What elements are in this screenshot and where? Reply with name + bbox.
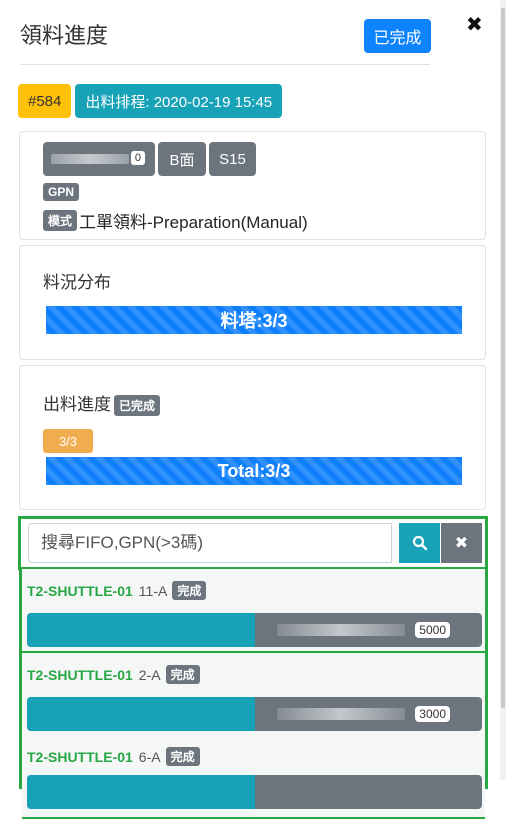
- quantity-badge: 3000: [415, 706, 450, 722]
- progress-fill: [27, 775, 255, 809]
- scrollbar[interactable]: [500, 0, 506, 780]
- item-progress-bar: 5000: [27, 613, 482, 647]
- redacted-text: [51, 154, 129, 164]
- progress-title: 出料進度: [43, 395, 111, 414]
- search-input[interactable]: [28, 523, 392, 563]
- progress-fill: [27, 697, 405, 731]
- shuttle-location: 6-A: [138, 748, 161, 765]
- shuttle-name: T2-SHUTTLE-01: [27, 666, 133, 683]
- gpn-tag: GPN: [43, 183, 80, 201]
- material-info-card: 0 B面 S15 GPN 模式 工單領料-Preparation(Manual): [19, 131, 486, 240]
- status-badge: 完成: [165, 665, 200, 684]
- shuttle-location: 11-A: [138, 582, 168, 599]
- redacted-text: [277, 708, 405, 720]
- progress-fill: [27, 613, 405, 647]
- distribution-title: 料況分布: [43, 273, 111, 292]
- total-progress-bar: Total:3/3: [46, 457, 462, 485]
- order-number-badge: #584: [18, 84, 72, 118]
- ratio-badge: 3/3: [43, 429, 93, 453]
- progress-title-line: 出料進度 已完成: [43, 390, 161, 417]
- schedule-badge: 出料排程: 2020-02-19 15:45: [75, 84, 283, 118]
- side-chip: B面: [158, 142, 206, 176]
- search-button[interactable]: [399, 523, 440, 563]
- modal-header: 領料進度 已完成: [20, 14, 431, 65]
- shuttle-name: T2-SHUTTLE-01: [27, 582, 133, 599]
- clear-button[interactable]: ✖: [441, 523, 482, 563]
- shuttle-location: 2-A: [138, 666, 161, 683]
- badge-row: #584 出料排程: 2020-02-19 15:45: [18, 84, 283, 118]
- status-badge: 完成: [172, 581, 207, 600]
- distribution-card: 料況分布 料塔:3/3: [19, 245, 486, 360]
- shuttle-name: T2-SHUTTLE-01: [27, 748, 133, 765]
- quantity-badge: 5000: [415, 622, 450, 638]
- chip-count: 0: [130, 151, 145, 165]
- distribution-progress-bar: 料塔:3/3: [46, 306, 462, 334]
- list-item[interactable]: T2-SHUTTLE-01 2-A 完成 3000: [22, 653, 485, 737]
- list-item[interactable]: T2-SHUTTLE-01 6-A 完成: [22, 735, 485, 819]
- search-icon: [412, 535, 427, 551]
- status-badge: 已完成: [114, 395, 161, 417]
- close-icon[interactable]: ✖: [466, 12, 483, 37]
- shuttle-list: T2-SHUTTLE-01 11-A 完成 5000 T2-SHUTTLE-01 2-…: [19, 569, 488, 819]
- status-badge: 完成: [165, 747, 200, 766]
- mode-tag: 模式: [43, 210, 78, 231]
- item-progress-bar: 3000: [27, 697, 482, 731]
- search-bar: ✖: [18, 516, 488, 570]
- list-item[interactable]: T2-SHUTTLE-01 11-A 完成 5000: [22, 569, 485, 653]
- scrollbar-thumb[interactable]: [501, 8, 505, 708]
- completed-button[interactable]: 已完成: [364, 19, 431, 53]
- output-progress-card: 出料進度 已完成 3/3 Total:3/3: [19, 365, 486, 510]
- page-title: 領料進度: [20, 23, 109, 48]
- mode-line: 模式 工單領料-Preparation(Manual): [43, 208, 308, 233]
- slot-chip: S15: [209, 142, 256, 176]
- redacted-chip: 0: [43, 142, 155, 176]
- mode-text: 工單領料-Preparation(Manual): [79, 213, 308, 232]
- close-icon: ✖: [454, 535, 469, 552]
- redacted-text: [277, 624, 405, 636]
- item-progress-bar: [27, 775, 482, 809]
